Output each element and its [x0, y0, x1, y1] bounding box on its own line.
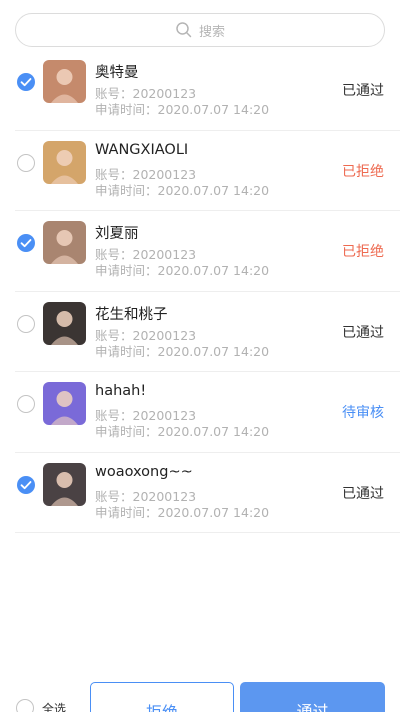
avatar: [43, 462, 86, 506]
search-placeholder: 搜索: [198, 24, 225, 40]
row-checkbox[interactable]: [17, 73, 35, 91]
applicant-name: 花生和桃子: [95, 306, 168, 323]
apply-time: 申请时间：2020.07.07 14:20: [95, 424, 270, 439]
apply-time: 申请时间：2020.07.07 14:20: [95, 504, 270, 520]
apply-time: 申请时间：2020.07.07 14:20: [95, 263, 270, 278]
row-checkbox[interactable]: [17, 314, 35, 333]
avatar: [43, 60, 86, 103]
applicant-name: 刘夏丽: [95, 226, 139, 242]
footer-bar: 全选 拒绝 通过: [0, 680, 400, 712]
row-checkbox[interactable]: [17, 153, 35, 172]
status-badge: 已通过: [342, 83, 384, 99]
checkmark-icon: [20, 78, 32, 87]
avatar: [43, 382, 86, 425]
status-badge: 已通过: [342, 324, 384, 341]
select-all-checkbox[interactable]: [16, 699, 34, 712]
checkmark-icon: [20, 480, 32, 489]
approve-button[interactable]: 通过: [240, 682, 385, 712]
apply-time: 申请时间：2020.07.07 14:20: [95, 102, 270, 117]
search-input[interactable]: 搜索: [15, 13, 385, 47]
avatar: [43, 221, 86, 264]
list-item[interactable]: 刘夏丽 账号：20200123 申请时间：2020.07.07 14:20 已拒…: [15, 211, 400, 292]
status-badge: 已通过: [342, 485, 384, 502]
list-item[interactable]: woaoxong~~ 账号：20200123 申请时间：2020.07.07 1…: [15, 453, 400, 533]
list-item[interactable]: WANGXIAOLI 账号：20200123 申请时间：2020.07.07 1…: [15, 131, 400, 211]
row-checkbox[interactable]: [17, 234, 35, 252]
apply-time: 申请时间：2020.07.07 14:20: [95, 343, 270, 359]
reject-button[interactable]: 拒绝: [90, 682, 234, 712]
list-item[interactable]: 花生和桃子 账号：20200123 申请时间：2020.07.07 14:20 …: [15, 292, 400, 372]
applicant-name: 奥特曼: [95, 65, 139, 81]
apply-time: 申请时间：2020.07.07 14:20: [95, 182, 270, 198]
avatar: [43, 140, 86, 184]
applicant-name: woaoxong~~: [95, 463, 193, 480]
row-checkbox[interactable]: [17, 475, 35, 494]
checkmark-icon: [20, 239, 32, 248]
search-icon: [176, 22, 192, 38]
select-all-label: 全选: [42, 702, 67, 712]
row-checkbox[interactable]: [17, 395, 35, 413]
list-item[interactable]: hahah! 账号：20200123 申请时间：2020.07.07 14:20…: [15, 372, 400, 453]
applicant-name: WANGXIAOLI: [95, 141, 189, 158]
status-badge: 待审核: [342, 405, 384, 421]
avatar: [43, 301, 86, 345]
status-badge: 已拒绝: [342, 244, 384, 260]
status-badge: 已拒绝: [342, 163, 384, 180]
list-item[interactable]: 奥特曼 账号：20200123 申请时间：2020.07.07 14:20 已通…: [15, 50, 400, 131]
applicant-list: 奥特曼 账号：20200123 申请时间：2020.07.07 14:20 已通…: [0, 50, 400, 533]
applicant-name: hahah!: [95, 383, 147, 399]
